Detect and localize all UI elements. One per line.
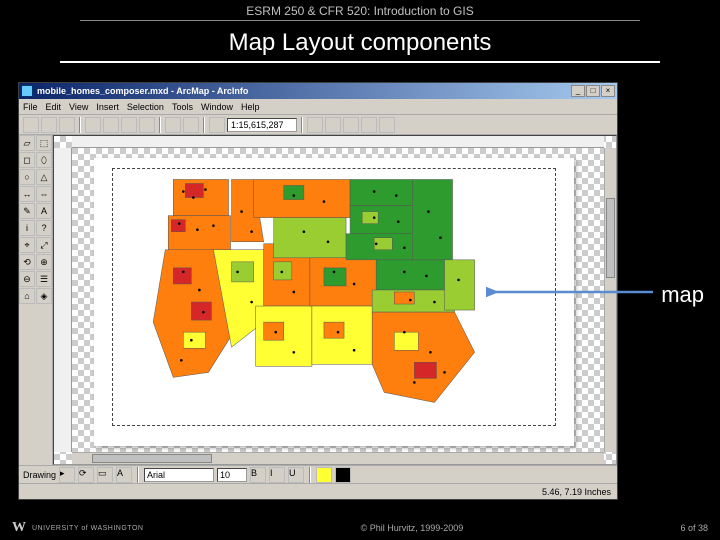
toolbar-separator <box>79 117 81 133</box>
title-underline <box>60 61 660 63</box>
uw-logo: W UNIVERSITY of WASHINGTON <box>12 520 143 536</box>
cut-icon[interactable] <box>103 117 119 133</box>
ruler-horizontal <box>72 136 604 148</box>
scrollbar-thumb[interactable] <box>606 198 615 278</box>
help-icon[interactable] <box>379 117 395 133</box>
italic-button[interactable]: I <box>269 467 285 483</box>
font-select[interactable]: Arial <box>144 468 214 482</box>
window-title: mobile_homes_composer.mxd - ArcMap - Arc… <box>37 86 571 96</box>
catalog-icon[interactable] <box>343 117 359 133</box>
target-tool-icon[interactable]: ⌖ <box>19 237 35 253</box>
shape-icon[interactable]: ▭ <box>97 467 113 483</box>
scrollbar-thumb[interactable] <box>92 454 212 463</box>
square-tool-icon[interactable]: ◻ <box>19 152 35 168</box>
menu-window[interactable]: Window <box>201 102 233 112</box>
query-tool-icon[interactable]: ? <box>36 220 52 236</box>
undo-icon[interactable] <box>165 117 181 133</box>
pointer-icon[interactable]: ▸ <box>59 467 75 483</box>
fill-color-icon[interactable] <box>316 467 332 483</box>
menubar: File Edit View Insert Selection Tools Wi… <box>19 99 617 115</box>
menu-edit[interactable]: Edit <box>46 102 62 112</box>
course-header: ESRM 250 & CFR 520: Introduction to GIS <box>0 0 720 18</box>
statusbar: 5.46, 7.19 Inches <box>19 483 617 499</box>
toolbar-separator <box>309 467 311 483</box>
maximize-button[interactable]: □ <box>586 85 600 97</box>
text-tool-icon[interactable]: A <box>36 203 52 219</box>
layout-canvas[interactable] <box>53 135 617 465</box>
header-divider <box>80 20 640 21</box>
toolbar-separator <box>159 117 161 133</box>
menu-insert[interactable]: Insert <box>96 102 119 112</box>
toc-icon[interactable] <box>325 117 341 133</box>
ruler-vertical <box>54 148 72 452</box>
add-data-icon[interactable] <box>209 117 225 133</box>
map-data-frame[interactable] <box>112 168 556 426</box>
zoomout-tool-icon[interactable]: ⊖ <box>19 271 35 287</box>
menu-help[interactable]: Help <box>241 102 260 112</box>
toolbar-separator <box>203 117 205 133</box>
font-size-select[interactable]: 10 <box>217 468 247 482</box>
toolbar-separator <box>137 467 139 483</box>
callout-map-label: map <box>653 280 712 310</box>
pan-tool-icon[interactable]: ↔ <box>19 186 35 202</box>
arcmap-window: mobile_homes_composer.mxd - ArcMap - Arc… <box>18 82 618 500</box>
uw-w-icon: W <box>12 520 26 536</box>
editor-icon[interactable] <box>307 117 323 133</box>
home-tool-icon[interactable]: ⌂ <box>19 288 35 304</box>
layout-page <box>94 158 574 446</box>
identify-tool-icon[interactable]: i <box>19 220 35 236</box>
select-tool-icon[interactable]: ▱ <box>19 135 35 151</box>
workspace: ▱ ⬚ ◻ ⬯ ○ △ ↔ ⇔ ✎ A i ? ⌖ ⤢ ⟲ ⊕ ⊖ ☰ ⌂ ◈ <box>19 135 617 465</box>
bottom-bars: Drawing ▸ ⟳ ▭ A Arial 10 B I U 5.46, 7.1… <box>19 465 617 499</box>
app-icon <box>21 85 33 97</box>
rotate-tool-icon[interactable]: ⟲ <box>19 254 35 270</box>
menu-selection[interactable]: Selection <box>127 102 164 112</box>
minimize-button[interactable]: _ <box>571 85 585 97</box>
layers-tool-icon[interactable]: ☰ <box>36 271 52 287</box>
bold-button[interactable]: B <box>250 467 266 483</box>
slide-footer: W UNIVERSITY of WASHINGTON © Phil Hurvit… <box>0 516 720 540</box>
save-icon[interactable] <box>59 117 75 133</box>
rect-tool-icon[interactable]: ⬚ <box>36 135 52 151</box>
redo-icon[interactable] <box>183 117 199 133</box>
print-icon[interactable] <box>85 117 101 133</box>
choropleth-map <box>113 169 555 425</box>
scrollbar-horizontal[interactable] <box>72 452 604 464</box>
underline-button[interactable]: U <box>288 467 304 483</box>
slide-title: Map Layout components <box>0 23 720 61</box>
open-icon[interactable] <box>41 117 57 133</box>
new-icon[interactable] <box>23 117 39 133</box>
titlebar: mobile_homes_composer.mxd - ArcMap - Arc… <box>19 83 617 99</box>
toolbar-separator <box>301 117 303 133</box>
scrollbar-vertical[interactable] <box>604 148 616 452</box>
polygon-tool-icon[interactable]: △ <box>36 169 52 185</box>
zoom-tool-icon[interactable]: ⇔ <box>36 186 52 202</box>
rotate-icon[interactable]: ⟳ <box>78 467 94 483</box>
measure-tool-icon[interactable]: ⤢ <box>36 237 52 253</box>
tools-palette: ▱ ⬚ ◻ ⬯ ○ △ ↔ ⇔ ✎ A i ? ⌖ ⤢ ⟲ ⊕ ⊖ ☰ ⌂ ◈ <box>19 135 53 465</box>
drawing-toolbar: Drawing ▸ ⟳ ▭ A Arial 10 B I U <box>19 465 617 483</box>
line-color-icon[interactable] <box>335 467 351 483</box>
uw-text: UNIVERSITY of WASHINGTON <box>32 525 143 532</box>
copyright-text: © Phil Hurvitz, 1999-2009 <box>361 523 464 533</box>
close-button[interactable]: × <box>601 85 615 97</box>
page-number: 6 of 38 <box>680 523 708 533</box>
layout-tool-icon[interactable]: ◈ <box>36 288 52 304</box>
copy-icon[interactable] <box>121 117 137 133</box>
drawing-label: Drawing <box>23 470 56 480</box>
menu-file[interactable]: File <box>23 102 38 112</box>
menu-view[interactable]: View <box>69 102 88 112</box>
zoomin-tool-icon[interactable]: ⊕ <box>36 254 52 270</box>
scale-input[interactable]: 1:15,615,287 <box>227 118 297 132</box>
text-icon[interactable]: A <box>116 467 132 483</box>
paste-icon[interactable] <box>139 117 155 133</box>
circle-tool-icon[interactable]: ○ <box>19 169 35 185</box>
standard-toolbar: 1:15,615,287 <box>19 115 617 135</box>
ellipse-tool-icon[interactable]: ⬯ <box>36 152 52 168</box>
cursor-coords: 5.46, 7.19 Inches <box>542 487 611 497</box>
menu-tools[interactable]: Tools <box>172 102 193 112</box>
pencil-tool-icon[interactable]: ✎ <box>19 203 35 219</box>
toolbox-icon[interactable] <box>361 117 377 133</box>
